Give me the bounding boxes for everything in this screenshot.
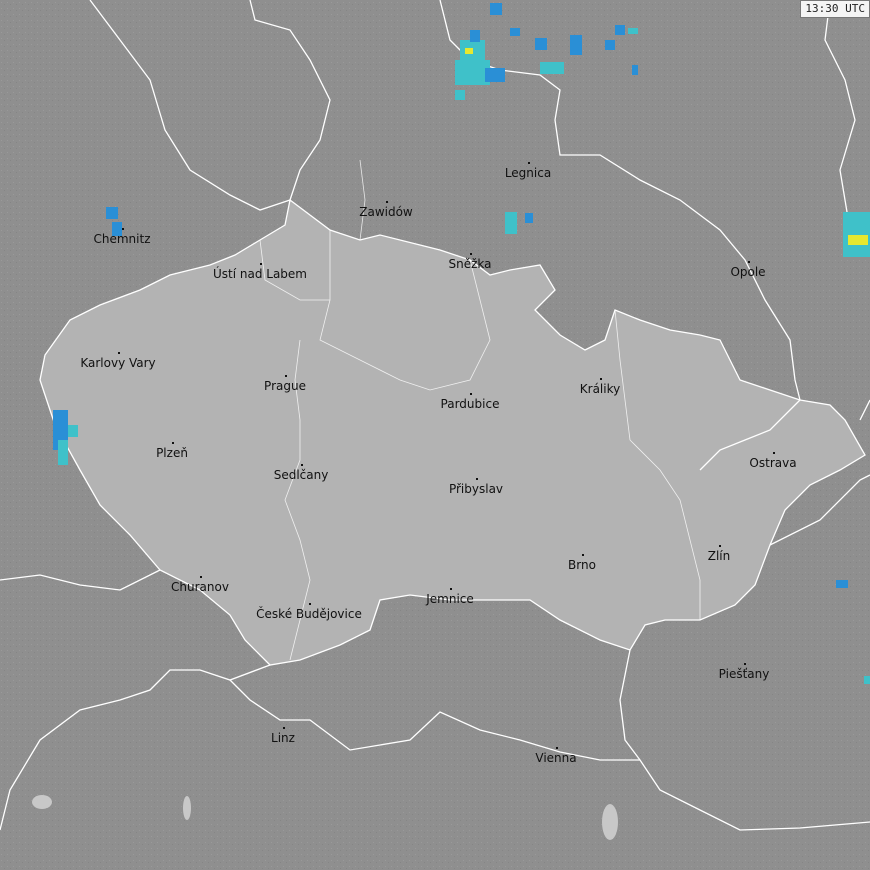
city-label-plzen: Plzeň — [156, 446, 188, 460]
city-marker — [301, 464, 303, 466]
city-label-ostrava: Ostrava — [749, 456, 797, 470]
city-marker — [719, 545, 721, 547]
city-label-usti-nad-labem: Ústí nad Labem — [212, 267, 308, 281]
city-marker — [476, 478, 478, 480]
city-marker — [470, 393, 472, 395]
city-marker — [118, 352, 120, 354]
city-label-zawidow: Zawidów — [359, 205, 413, 219]
city-label-karlovy-vary: Karlovy Vary — [80, 356, 156, 370]
city-marker — [386, 201, 388, 203]
radar-cluster-legnica-2 — [525, 213, 533, 223]
city-marker — [260, 263, 262, 265]
city-label-snezka: Sněžka — [448, 257, 492, 271]
city-marker — [528, 162, 530, 164]
city-marker — [122, 228, 124, 230]
city-label-linz: Linz — [271, 731, 295, 745]
city-marker — [172, 442, 174, 444]
city-marker — [450, 588, 452, 590]
radar-cluster-east — [843, 212, 870, 257]
city-label-prague: Prague — [264, 379, 306, 393]
city-marker — [773, 452, 775, 454]
radar-cluster-legnica — [505, 212, 517, 234]
city-label-legnica: Legnica — [504, 166, 552, 180]
city-marker — [470, 253, 472, 255]
city-label-jemnice: Jemnice — [426, 592, 474, 606]
city-marker — [748, 261, 750, 263]
radar-map: Legnica Zawidów Chemnitz Ústí nad Labem … — [0, 0, 870, 870]
city-label-vienna: Vienna — [535, 751, 577, 765]
city-marker — [309, 603, 311, 605]
city-marker — [200, 576, 202, 578]
city-marker — [285, 375, 287, 377]
map-layer — [0, 0, 870, 870]
city-marker — [744, 663, 746, 665]
city-label-kraliky: Králiky — [579, 382, 621, 396]
city-label-pardubice: Pardubice — [440, 397, 500, 411]
city-label-opole: Opole — [730, 265, 766, 279]
city-label-piestany: Piešťany — [718, 667, 770, 681]
timestamp-badge: 13:30 UTC — [800, 0, 870, 18]
city-marker — [600, 378, 602, 380]
city-label-brno: Brno — [568, 558, 596, 572]
city-label-ceske-budejovice: České Budějovice — [256, 607, 362, 621]
city-label-sedlcany: Sedlčany — [273, 468, 329, 482]
city-marker — [582, 554, 584, 556]
city-label-chemnitz: Chemnitz — [93, 232, 151, 246]
city-marker — [556, 747, 558, 749]
city-marker — [283, 727, 285, 729]
radar-cluster-slovakia — [836, 580, 848, 588]
city-label-zlin: Zlín — [707, 549, 731, 563]
city-label-churanov: Churanov — [171, 580, 229, 594]
city-label-pribyslav: Přibyslav — [448, 482, 504, 496]
radar-cluster-edge — [864, 676, 870, 684]
